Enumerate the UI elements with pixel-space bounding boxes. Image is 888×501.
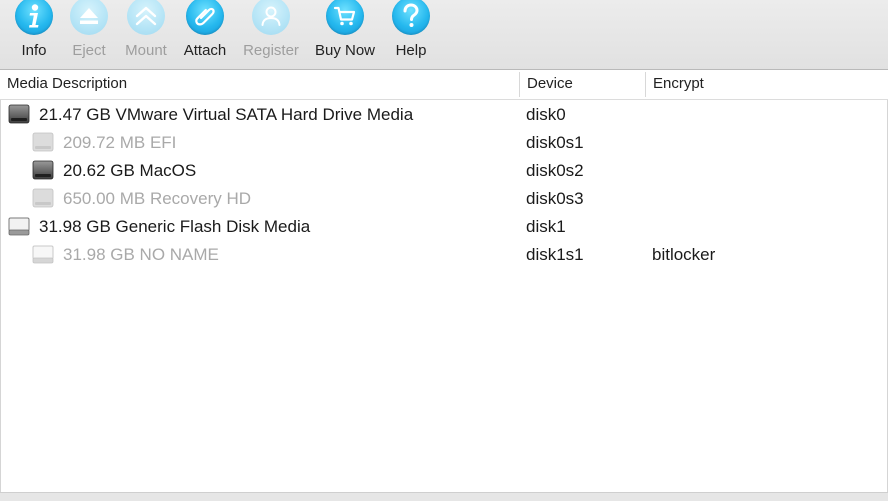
media-table: 21.47 GB VMware Virtual SATA Hard Drive … xyxy=(0,100,888,492)
info-button[interactable]: Info xyxy=(14,0,54,69)
table-row[interactable]: 20.62 GB MacOS disk0s2 xyxy=(1,156,887,184)
table-row[interactable]: 209.72 MB EFI disk0s1 xyxy=(1,128,887,156)
mount-button[interactable]: Mount xyxy=(122,0,170,69)
hard-drive-icon xyxy=(32,160,54,180)
hard-drive-icon xyxy=(32,132,54,152)
eject-icon xyxy=(70,0,108,35)
media-description: 209.72 MB EFI xyxy=(63,133,177,152)
column-header-encrypt[interactable]: Encrypt xyxy=(653,70,704,99)
help-label: Help xyxy=(395,42,427,59)
mount-icon xyxy=(127,0,165,35)
table-row[interactable]: 650.00 MB Recovery HD disk0s3 xyxy=(1,184,887,212)
media-description: 31.98 GB NO NAME xyxy=(63,245,219,264)
eject-label: Eject xyxy=(72,42,106,59)
attach-icon xyxy=(186,0,224,35)
cart-icon xyxy=(326,0,364,35)
device-id: disk1s1 xyxy=(526,245,584,264)
help-icon xyxy=(392,0,430,35)
column-divider[interactable] xyxy=(519,72,520,97)
device-id: disk0s1 xyxy=(526,133,584,152)
media-description: 31.98 GB Generic Flash Disk Media xyxy=(39,217,311,236)
device-id: disk0s3 xyxy=(526,189,584,208)
table-row[interactable]: 31.98 GB NO NAME disk1s1 bitlocker xyxy=(1,240,887,268)
eject-button[interactable]: Eject xyxy=(69,0,109,69)
hard-drive-icon xyxy=(32,188,54,208)
attach-label: Attach xyxy=(183,42,227,59)
toolbar: Info Eject Mount Attach Register Buy Now… xyxy=(0,0,888,70)
column-header-media-description[interactable]: Media Description xyxy=(7,70,127,99)
device-id: disk1 xyxy=(526,217,566,236)
column-header-device[interactable]: Device xyxy=(527,70,573,99)
table-row[interactable]: 21.47 GB VMware Virtual SATA Hard Drive … xyxy=(1,100,887,128)
external-drive-icon xyxy=(8,217,30,236)
attach-button[interactable]: Attach xyxy=(180,0,230,69)
device-id: disk0s2 xyxy=(526,161,584,180)
hard-drive-icon xyxy=(8,104,30,124)
media-description: 650.00 MB Recovery HD xyxy=(63,189,252,208)
register-label: Register xyxy=(243,42,299,59)
info-icon xyxy=(15,0,53,35)
column-divider[interactable] xyxy=(645,72,646,97)
buy-now-button[interactable]: Buy Now xyxy=(312,0,378,69)
info-label: Info xyxy=(21,42,47,59)
register-icon xyxy=(252,0,290,35)
buy-now-label: Buy Now xyxy=(314,42,376,59)
register-button[interactable]: Register xyxy=(240,0,302,69)
media-description: 21.47 GB VMware Virtual SATA Hard Drive … xyxy=(39,105,414,124)
encrypt-status: bitlocker xyxy=(652,245,716,264)
external-drive-icon xyxy=(32,245,54,264)
media-description: 20.62 GB MacOS xyxy=(63,161,197,180)
device-id: disk0 xyxy=(526,105,566,124)
help-button[interactable]: Help xyxy=(390,0,432,69)
table-header: Media Description Device Encrypt xyxy=(0,70,888,100)
mount-label: Mount xyxy=(125,42,167,59)
table-row[interactable]: 31.98 GB Generic Flash Disk Media disk1 xyxy=(1,212,887,240)
